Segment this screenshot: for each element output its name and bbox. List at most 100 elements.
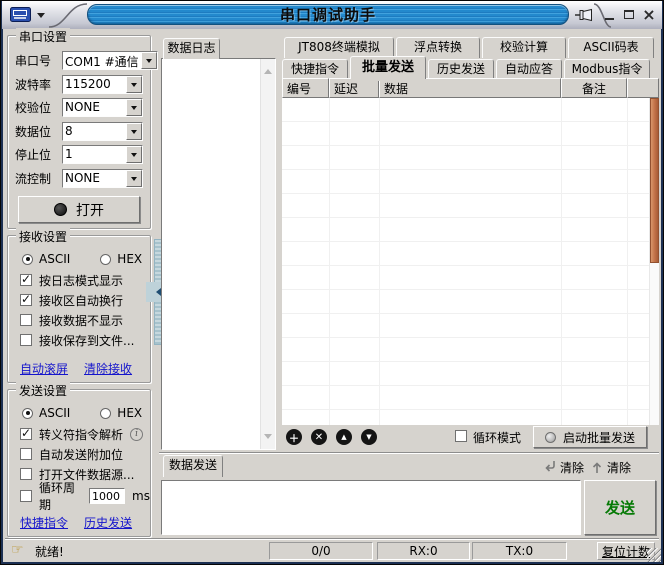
move-up-button[interactable]: ▲ xyxy=(336,429,352,445)
receive-hex-label: HEX xyxy=(117,252,142,266)
escape-parse-checkbox[interactable] xyxy=(20,428,32,440)
file-source-checkbox[interactable] xyxy=(20,468,32,480)
baudrate-label: 波特率 xyxy=(15,76,62,93)
close-button[interactable] xyxy=(641,6,657,23)
info-icon[interactable]: i xyxy=(130,428,143,441)
tab-data-log[interactable]: 数据日志 xyxy=(163,38,220,59)
scroll-up-icon[interactable] xyxy=(264,65,272,74)
titlebar-left-curve xyxy=(49,2,88,28)
collapse-left-arrow-icon[interactable] xyxy=(152,288,161,296)
status-rx: RX:0 xyxy=(377,542,470,560)
receive-ascii-radio[interactable] xyxy=(22,254,33,265)
flowcontrol-select[interactable]: NONE xyxy=(62,169,143,188)
auto-append-checkbox[interactable] xyxy=(20,448,32,460)
cycle-period-input[interactable] xyxy=(89,488,125,504)
chevron-down-icon[interactable] xyxy=(126,146,142,163)
column-header-data[interactable]: 数据 xyxy=(379,78,561,98)
port-status-lamp-icon xyxy=(54,203,67,216)
stopbits-label: 停止位 xyxy=(15,146,62,163)
resize-grip[interactable] xyxy=(647,548,661,562)
batch-table-header: 编号 延迟 数据 备注 xyxy=(282,78,659,98)
clear-receive-link[interactable]: 清除接收 xyxy=(84,360,132,377)
batch-table-scroll-thumb[interactable] xyxy=(650,98,659,263)
send-ascii-radio[interactable] xyxy=(22,408,33,419)
maximize-button[interactable] xyxy=(621,6,637,23)
serial-settings-group: 串口设置 串口号 COM1 #通信 波特率 115200 校验位 NONE xyxy=(7,35,151,229)
stopbits-select[interactable]: 1 xyxy=(62,145,143,164)
loop-mode-checkbox[interactable] xyxy=(455,430,467,442)
data-log-area[interactable] xyxy=(161,58,276,450)
auto-append-row: 自动发送附加位 xyxy=(8,444,150,464)
plus-icon: ＋ xyxy=(289,430,299,445)
clear-receive-button[interactable]: 清除 xyxy=(543,459,584,476)
batch-status-lamp-icon xyxy=(545,432,556,443)
databits-row: 数据位 8 xyxy=(8,120,150,144)
scroll-down-icon[interactable] xyxy=(264,434,272,443)
open-port-button[interactable]: 打开 xyxy=(18,196,140,223)
column-header-number[interactable]: 编号 xyxy=(282,78,329,98)
serial-port-select[interactable]: COM1 #通信 xyxy=(62,51,158,70)
loop-mode-label: 循环模式 xyxy=(473,429,521,446)
save-to-file-checkbox[interactable] xyxy=(20,334,32,346)
column-header-extra[interactable] xyxy=(627,78,659,98)
log-scrollbar[interactable] xyxy=(260,59,275,449)
column-header-remark[interactable]: 备注 xyxy=(561,78,627,98)
parity-select[interactable]: NONE xyxy=(62,98,143,117)
chevron-down-icon[interactable] xyxy=(126,170,142,187)
receive-ascii-label: ASCII xyxy=(39,252,70,266)
stopbits-row: 停止位 1 xyxy=(8,143,150,167)
tab-data-send[interactable]: 数据发送 xyxy=(163,455,223,477)
receive-hex-radio[interactable] xyxy=(100,254,111,265)
tab-modbus[interactable]: Modbus指令 xyxy=(564,59,650,79)
cycle-checkbox[interactable] xyxy=(20,490,32,502)
quick-commands-link[interactable]: 快捷指令 xyxy=(20,514,68,531)
column-header-delay[interactable]: 延迟 xyxy=(329,78,379,98)
parity-label: 校验位 xyxy=(15,99,62,116)
chevron-down-icon[interactable] xyxy=(126,123,142,140)
window-title: 串口调试助手 xyxy=(280,4,376,25)
cycle-unit-label: ms xyxy=(132,489,150,503)
tab-jt808[interactable]: JT808终端模拟 xyxy=(284,37,394,58)
batch-table-scrollbar[interactable] xyxy=(649,98,659,425)
chevron-down-icon[interactable] xyxy=(126,99,142,116)
baudrate-select[interactable]: 115200 xyxy=(62,75,143,94)
parity-row: 校验位 NONE xyxy=(8,96,150,120)
history-send-link[interactable]: 历史发送 xyxy=(84,514,132,531)
system-menu-arrow-icon[interactable] xyxy=(37,13,45,22)
title-bar[interactable]: 串口调试助手 xyxy=(2,1,662,29)
escape-parse-row: 转义符指令解析 i xyxy=(8,424,150,444)
delete-row-button[interactable]: ✕ xyxy=(311,429,327,445)
log-mode-checkbox[interactable] xyxy=(20,274,32,286)
tab-ascii-table[interactable]: ASCII码表 xyxy=(568,37,654,58)
auto-scroll-link[interactable]: 自动滚屏 xyxy=(20,360,68,377)
down-arrow-icon: ▼ xyxy=(366,433,371,441)
app-window: 串口调试助手 串口设置 串口号 COM1 #通信 波特率 xyxy=(0,0,664,565)
tab-checksum[interactable]: 校验计算 xyxy=(482,37,566,58)
cross-icon: ✕ xyxy=(315,432,323,443)
clear-send-button[interactable]: 清除 xyxy=(590,459,631,476)
tab-auto-answer[interactable]: 自动应答 xyxy=(496,59,562,79)
tab-float-convert[interactable]: 浮点转换 xyxy=(396,37,480,58)
flowcontrol-row: 流控制 NONE xyxy=(8,167,150,191)
hide-received-checkbox[interactable] xyxy=(20,314,32,326)
databits-select[interactable]: 8 xyxy=(62,122,143,141)
send-hex-radio[interactable] xyxy=(100,408,111,419)
chevron-down-icon[interactable] xyxy=(126,76,142,93)
tab-history-send[interactable]: 历史发送 xyxy=(428,59,494,79)
status-bar: ☞ 就绪! 0/0 RX:0 TX:0 复位计数 xyxy=(3,540,661,562)
serial-settings-legend: 串口设置 xyxy=(16,28,70,45)
send-ascii-label: ASCII xyxy=(39,406,70,420)
pin-icon[interactable] xyxy=(574,8,594,22)
status-counter: 0/0 xyxy=(269,542,373,560)
auto-wrap-checkbox[interactable] xyxy=(20,294,32,306)
chevron-down-icon[interactable] xyxy=(141,52,157,69)
app-icon[interactable] xyxy=(10,7,31,22)
send-data-input[interactable] xyxy=(161,480,581,535)
minimize-button[interactable] xyxy=(601,6,617,23)
start-batch-send-button[interactable]: 启动批量发送 xyxy=(533,426,647,448)
send-button[interactable]: 发送 xyxy=(584,480,656,535)
add-row-button[interactable]: ＋ xyxy=(286,429,302,445)
tab-quick-commands[interactable]: 快捷指令 xyxy=(282,59,348,79)
move-down-button[interactable]: ▼ xyxy=(361,429,377,445)
tab-batch-send[interactable]: 批量发送 xyxy=(350,56,426,79)
